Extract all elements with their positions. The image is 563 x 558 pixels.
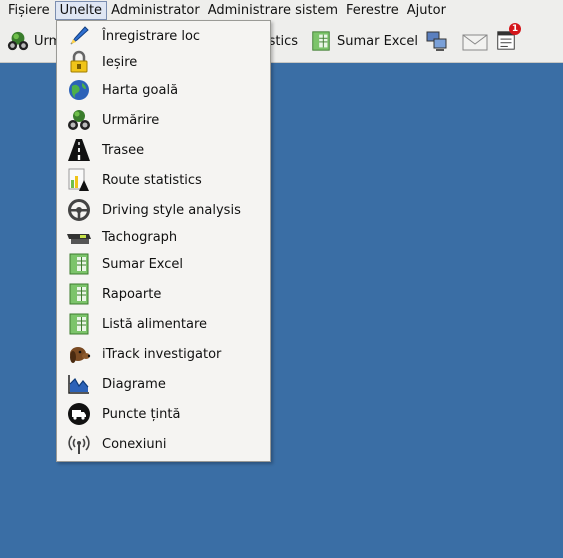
antenna-icon [68, 435, 90, 454]
road-icon [68, 139, 90, 161]
menu-item-label: Urmărire [102, 112, 160, 128]
report-icon [69, 283, 89, 305]
menu-item-itrack-investigator[interactable]: iTrack investigator [57, 341, 270, 367]
lock-icon [70, 50, 88, 73]
envelope-icon [462, 34, 488, 51]
menu-item-connections[interactable]: Conexiuni [57, 431, 270, 457]
menu-item-label: Ieșire [102, 54, 138, 70]
steering-wheel-icon [68, 199, 90, 221]
menu-help[interactable]: Ajutor [403, 1, 450, 20]
menu-item-fuel-list[interactable]: Listă alimentare [57, 311, 270, 337]
menu-item-tracking[interactable]: Urmărire [57, 107, 270, 133]
notification-badge: 1 [509, 23, 521, 35]
binoculars-icon [68, 110, 90, 130]
excel-icon [312, 31, 330, 51]
menu-item-label: Driving style analysis [102, 202, 241, 218]
toolbar-excel-button[interactable]: Sumar Excel [310, 29, 418, 53]
menu-item-label: Listă alimentare [102, 316, 208, 332]
menu-windows[interactable]: Ferestre [342, 1, 403, 20]
toolbar-notifications-button[interactable]: 1 [495, 23, 521, 53]
menu-administrator[interactable]: Administrator [107, 1, 204, 20]
computer-network-icon [426, 31, 447, 51]
menu-item-diagrams[interactable]: Diagrame [57, 371, 270, 397]
menu-system-admin[interactable]: Administrare sistem [204, 1, 342, 20]
menu-files[interactable]: Fișiere [4, 1, 54, 20]
globe-icon [69, 80, 89, 100]
truck-icon [68, 403, 90, 425]
menu-item-register-location[interactable]: Înregistrare loc [57, 23, 270, 49]
menu-item-label: Conexiuni [102, 436, 167, 452]
menu-tools[interactable]: Unelte [54, 1, 108, 20]
menu-item-exit[interactable]: Ieșire [57, 49, 270, 75]
menu-item-label: iTrack investigator [102, 346, 222, 362]
toolbar-network-button[interactable] [425, 29, 449, 53]
fuel-list-icon [69, 313, 89, 335]
toolbar-messages-button[interactable] [462, 29, 488, 53]
stats-icon [68, 168, 89, 191]
menu-item-label: Trasee [102, 142, 145, 158]
toolbar-excel-label: Sumar Excel [337, 33, 419, 49]
menu-item-excel-summary[interactable]: Sumar Excel [57, 251, 270, 277]
menu-item-label: Înregistrare loc [102, 28, 201, 44]
menu-item-label: Diagrame [102, 376, 166, 392]
menu-item-label: Puncte țintă [102, 406, 181, 422]
menu-item-label: Harta goală [102, 82, 179, 98]
menu-item-label: Route statistics [102, 172, 202, 188]
dog-icon [70, 347, 91, 363]
menu-item-tachograph[interactable]: Tachograph [57, 224, 270, 250]
tools-dropdown-menu: Înregistrare loc Ieșire Harta goală Urmă… [56, 20, 271, 462]
menu-bar: Fișiere Unelte Administrator Administrar… [0, 0, 563, 21]
menu-item-reports[interactable]: Rapoarte [57, 281, 270, 307]
menu-item-driving-style[interactable]: Driving style analysis [57, 197, 270, 223]
excel-icon [69, 253, 89, 275]
menu-item-target-points[interactable]: Puncte țintă [57, 401, 270, 427]
menu-item-route-statistics[interactable]: Route statistics [57, 167, 270, 193]
menu-item-label: Tachograph [102, 229, 178, 245]
chart-icon [68, 375, 89, 394]
menu-item-label: Sumar Excel [102, 256, 184, 272]
toolbar-tracking-button[interactable]: Urm [7, 29, 61, 53]
pen-icon [70, 26, 89, 45]
binoculars-icon [7, 31, 29, 51]
tachograph-icon [67, 234, 91, 244]
menu-item-label: Rapoarte [102, 286, 162, 302]
menu-item-routes[interactable]: Trasee [57, 137, 270, 163]
menu-item-empty-map[interactable]: Harta goală [57, 77, 270, 103]
